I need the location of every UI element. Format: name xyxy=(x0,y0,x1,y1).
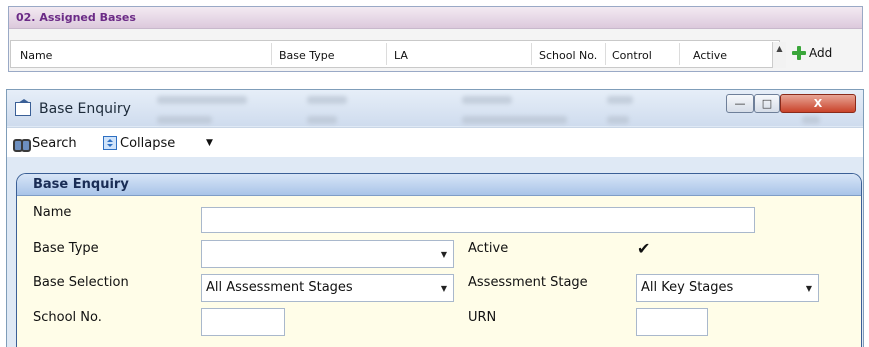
blurred-background-text xyxy=(462,116,567,124)
blurred-background-text xyxy=(607,116,629,124)
base-type-select[interactable]: ▼ xyxy=(201,240,454,268)
blurred-background-text xyxy=(307,96,347,104)
base-enquiry-panel-header: Base Enquiry xyxy=(17,174,861,196)
toolbar: Search Collapse ▼ xyxy=(7,127,863,157)
window-title-bar[interactable]: Base Enquiry — □ X xyxy=(7,90,863,126)
base-selection-value: All Assessment Stages xyxy=(206,280,353,295)
add-button[interactable]: Add xyxy=(792,44,832,62)
column-header-school-no[interactable]: School No. xyxy=(539,49,597,62)
assessment-stage-label: Assessment Stage xyxy=(468,275,588,290)
chevron-down-icon[interactable]: ▼ xyxy=(441,250,447,259)
grid-scroll-up-arrow-icon[interactable]: ▲ xyxy=(772,42,786,68)
school-no-input[interactable] xyxy=(201,308,285,336)
search-button[interactable]: Search xyxy=(13,134,77,152)
close-button[interactable]: X xyxy=(780,94,856,113)
plus-icon xyxy=(792,46,806,60)
column-header-base-type[interactable]: Base Type xyxy=(279,49,335,62)
base-selection-select[interactable]: All Assessment Stages ▼ xyxy=(201,274,454,302)
assigned-bases-panel: 02. Assigned Bases Name Base Type LA Sch… xyxy=(8,6,863,72)
name-input[interactable] xyxy=(201,207,755,233)
assigned-bases-header: 02. Assigned Bases xyxy=(9,7,862,29)
blurred-background-text xyxy=(157,96,247,104)
assigned-bases-grid-header: Name Base Type LA School No. Control Act… xyxy=(10,40,780,68)
column-header-la[interactable]: LA xyxy=(394,49,408,62)
collapse-icon xyxy=(103,136,117,150)
collapse-button-label: Collapse xyxy=(120,135,176,151)
blurred-background-text xyxy=(307,116,337,124)
blurred-background-text xyxy=(462,96,512,104)
window-title: Base Enquiry xyxy=(39,101,131,117)
column-separator xyxy=(271,43,272,65)
name-label: Name xyxy=(33,205,72,220)
maximize-button[interactable]: □ xyxy=(754,94,780,113)
chevron-down-icon[interactable]: ▼ xyxy=(441,284,447,293)
column-separator xyxy=(531,43,532,65)
minimize-button[interactable]: — xyxy=(726,94,754,113)
search-button-label: Search xyxy=(32,135,77,151)
panel-title: Base Enquiry xyxy=(33,177,129,192)
collapse-button[interactable]: Collapse xyxy=(103,134,175,152)
column-header-control[interactable]: Control xyxy=(612,49,652,62)
blurred-background-text xyxy=(607,96,633,104)
assessment-stage-select[interactable]: All Key Stages ▼ xyxy=(636,274,819,302)
column-header-name[interactable]: Name xyxy=(20,49,52,62)
column-separator xyxy=(386,43,387,65)
school-no-label: School No. xyxy=(33,310,102,325)
active-checkbox[interactable]: ✔ xyxy=(637,239,650,258)
add-button-label: Add xyxy=(809,46,833,60)
base-type-label: Base Type xyxy=(33,241,99,256)
urn-input[interactable] xyxy=(636,308,708,336)
chevron-down-icon[interactable]: ▼ xyxy=(206,138,213,148)
active-label: Active xyxy=(468,241,509,256)
blurred-background-text xyxy=(802,116,820,124)
column-separator xyxy=(679,43,680,65)
urn-label: URN xyxy=(468,310,497,325)
base-selection-label: Base Selection xyxy=(33,275,129,290)
binoculars-icon xyxy=(13,136,31,152)
building-icon xyxy=(15,99,31,116)
assessment-stage-value: All Key Stages xyxy=(641,280,734,295)
column-header-active[interactable]: Active xyxy=(693,49,727,62)
chevron-down-icon[interactable]: ▼ xyxy=(806,284,812,293)
assigned-bases-title: 02. Assigned Bases xyxy=(16,11,136,24)
blurred-background-text xyxy=(157,116,212,124)
column-separator xyxy=(605,43,606,65)
